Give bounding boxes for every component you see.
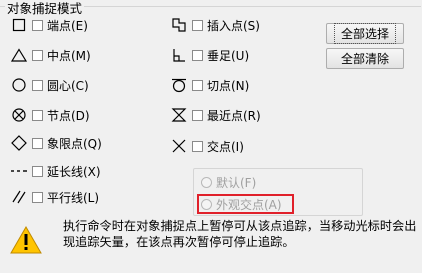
radio-default-label: 默认(F) — [216, 176, 257, 190]
radio-default-button[interactable] — [201, 177, 212, 188]
label-tangent: 切点(N) — [207, 78, 250, 93]
checkbox-intersection[interactable] — [192, 140, 203, 152]
quadrant-diamond-icon — [10, 134, 28, 152]
endpoint-square-icon — [10, 16, 28, 34]
checkbox-endpoint[interactable] — [32, 19, 43, 31]
center-circle-icon — [10, 76, 28, 94]
info-text: 执行命令时在对象捕捉点上暂停可从该点追踪，当移动光标时会出现追踪矢量，在该点再次… — [63, 219, 417, 249]
checkbox-quadrant[interactable] — [32, 137, 43, 149]
clear-all-label: 全部清除 — [340, 52, 389, 66]
snap-tangent[interactable]: 切点(N) — [170, 76, 249, 94]
snap-midpoint[interactable]: 中点(M) — [10, 46, 91, 64]
label-intersection: 交点(I) — [207, 139, 244, 154]
checkbox-midpoint[interactable] — [32, 49, 43, 61]
label-node: 节点(D) — [47, 108, 90, 123]
label-extension: 延长线(X) — [47, 164, 101, 179]
snap-perpendicular[interactable]: 垂足(U) — [170, 46, 249, 64]
checkbox-tangent[interactable] — [192, 79, 203, 91]
snap-intersection[interactable]: 交点(I) — [170, 137, 244, 155]
group-title: 对象捕捉模式 — [5, 0, 85, 17]
checkbox-insertion[interactable] — [192, 19, 203, 31]
label-endpoint: 端点(E) — [47, 18, 88, 33]
checkbox-parallel[interactable] — [32, 191, 43, 203]
intersection-x-icon — [170, 137, 188, 155]
select-all-label: 全部选择 — [333, 23, 396, 44]
label-center: 圆心(C) — [47, 78, 89, 93]
extension-icon — [10, 162, 28, 180]
checkbox-center[interactable] — [32, 79, 43, 91]
perpendicular-icon — [170, 46, 188, 64]
tangent-icon — [170, 76, 188, 94]
snap-extension[interactable]: 延长线(X) — [10, 162, 101, 180]
label-insertion: 插入点(S) — [207, 18, 260, 33]
highlight-box — [197, 194, 294, 214]
select-all-button[interactable]: 全部选择 — [326, 23, 404, 44]
nearest-hourglass-icon — [170, 106, 188, 124]
label-perpendicular: 垂足(U) — [207, 48, 250, 63]
parallel-icon — [10, 188, 28, 206]
insertion-icon — [170, 16, 188, 34]
label-nearest: 最近点(R) — [207, 108, 261, 123]
label-parallel: 平行线(L) — [47, 190, 100, 205]
warning-icon — [9, 225, 43, 258]
snap-insertion[interactable]: 插入点(S) — [170, 16, 260, 34]
snap-nearest[interactable]: 最近点(R) — [170, 106, 261, 124]
snap-center[interactable]: 圆心(C) — [10, 76, 89, 94]
label-midpoint: 中点(M) — [47, 48, 91, 63]
snap-quadrant[interactable]: 象限点(Q) — [10, 134, 102, 152]
midpoint-triangle-icon — [10, 46, 28, 64]
node-icon — [10, 106, 28, 124]
label-quadrant: 象限点(Q) — [47, 136, 102, 151]
clear-all-button[interactable]: 全部清除 — [326, 48, 404, 69]
snap-endpoint[interactable]: 端点(E) — [10, 16, 88, 34]
radio-default[interactable]: 默认(F) — [201, 174, 256, 191]
checkbox-extension[interactable] — [32, 165, 43, 177]
snap-node[interactable]: 节点(D) — [10, 106, 90, 124]
snap-parallel[interactable]: 平行线(L) — [10, 188, 99, 206]
checkbox-nearest[interactable] — [192, 109, 203, 121]
checkbox-perpendicular[interactable] — [192, 49, 203, 61]
checkbox-node[interactable] — [32, 109, 43, 121]
